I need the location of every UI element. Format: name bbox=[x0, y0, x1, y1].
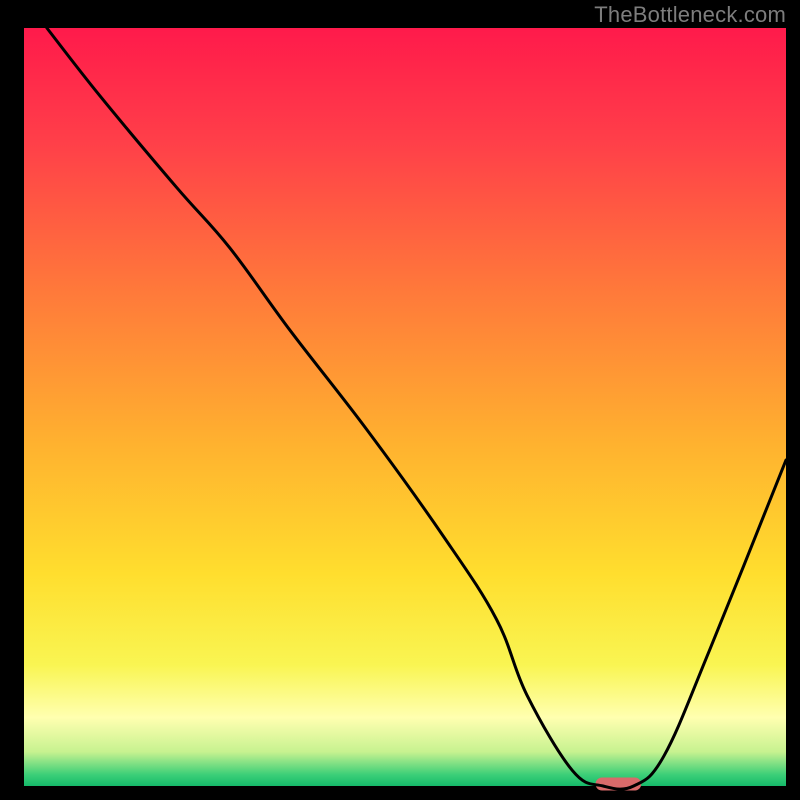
bottleneck-chart: TheBottleneck.com bbox=[0, 0, 800, 800]
chart-canvas bbox=[0, 0, 800, 800]
attribution-label: TheBottleneck.com bbox=[594, 2, 786, 28]
